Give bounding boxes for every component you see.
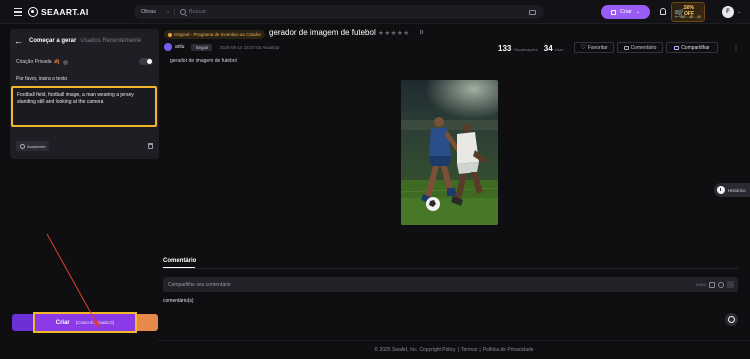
comment-input[interactable]: Compartilhe seu comentário 0/400 — [163, 277, 738, 292]
assistant-label: Assistente — [27, 143, 46, 149]
share-label: Compartilhar — [681, 44, 710, 51]
post-title: gerador de imagem de futebol — [269, 28, 376, 37]
share-button[interactable]: Compartilhar — [666, 42, 718, 53]
search-category-select[interactable]: Obras ⌄ — [134, 9, 174, 15]
notification-icon[interactable] — [660, 8, 666, 15]
generate-cost: (Custo Estimado:5) — [75, 320, 115, 325]
tab-comments[interactable]: Comentário — [163, 258, 196, 264]
search-icon — [180, 9, 186, 15]
author-avatar[interactable] — [164, 43, 172, 51]
logo[interactable]: SEAART.AI — [28, 6, 89, 18]
generate-card: ← Começar a gerar Usados Recentemente Cr… — [10, 29, 159, 159]
original-badge[interactable]: Original - Programa de Incentivo ao Cria… — [164, 30, 266, 39]
views-count: 133 — [498, 44, 512, 53]
badge-icon — [168, 32, 172, 37]
footer-privacy[interactable]: Política de Privacidade — [483, 347, 534, 353]
create-icon — [610, 9, 616, 15]
rating-count: 0 — [420, 30, 424, 36]
heart-icon: ♡ — [580, 45, 586, 51]
promo-countdown: 16 : 48 : 40 — [681, 14, 702, 19]
footer-sep: | — [479, 347, 481, 353]
assistant-icon — [20, 143, 25, 149]
private-creation-label: Criação Privada — [16, 59, 52, 65]
comment-button[interactable]: Comentário — [617, 42, 663, 53]
generate-tabs: ← Começar a gerar Usados Recentemente — [10, 35, 141, 47]
favorite-label: Favoritar — [587, 44, 608, 51]
favorite-button[interactable]: ♡ Favoritar — [574, 42, 614, 53]
support-icon[interactable] — [725, 313, 738, 326]
footer-sep: | — [457, 347, 459, 353]
comment-placeholder: Compartilhe seu comentário — [168, 281, 231, 288]
generate-button[interactable]: Criar (Custo Estimado:5) — [33, 312, 137, 333]
search-input[interactable]: Buscar — [189, 9, 529, 15]
clock-icon — [717, 186, 725, 194]
chevron-down-icon: ⌄ — [635, 9, 641, 15]
chevron-down-icon: ⌄ — [165, 9, 171, 15]
chevron-down-icon[interactable]: ⌄ — [737, 9, 741, 15]
image-icon[interactable] — [709, 281, 715, 288]
history-button[interactable]: Histórico — [714, 183, 750, 197]
post-stats: 133 Visualizações 34 Usar — [498, 44, 567, 53]
menu-icon[interactable] — [14, 8, 22, 16]
comment-count: comentário(s) — [163, 298, 194, 304]
create-button-label: Criar — [619, 9, 632, 15]
logo-text: SEAART.AI — [41, 7, 89, 17]
uses-label: Usar — [554, 47, 564, 52]
prompt-text: Football field, football image, a man we… — [17, 92, 134, 105]
more-options-icon[interactable]: ⋮ — [733, 45, 739, 52]
promo-badge[interactable]: 🛒 50% OFF 16 : 48 : 40 — [671, 2, 705, 22]
assistant-button[interactable]: Assistente — [16, 141, 50, 151]
tab-start-generating[interactable]: Começar a gerar — [29, 38, 76, 44]
prompt-caption: gerador de imagem de futebol — [170, 58, 237, 64]
create-button[interactable]: Criar ⌄ — [601, 5, 650, 19]
top-bar: SEAART.AI Obras ⌄ Buscar Criar ⌄ 🛒 50% O… — [0, 0, 750, 24]
footer: © 2025 SeaArt, Inc. Copyright Policy | T… — [158, 340, 750, 359]
prompt-textarea[interactable]: Football field, football image, a man we… — [11, 86, 157, 127]
generated-image[interactable] — [401, 80, 498, 225]
footer-copyright[interactable]: © 2025 SeaArt, Inc. Copyright Policy — [374, 347, 455, 353]
history-label: Histórico — [728, 187, 746, 193]
uses-count: 34 — [543, 44, 553, 53]
tab-recently-used[interactable]: Usados Recentemente — [80, 38, 141, 44]
prompt-label: Por favor, insira o texto — [16, 76, 68, 82]
footer-terms[interactable]: Termos — [461, 347, 477, 353]
comment-label: Comentário — [630, 44, 657, 51]
generate-button-left[interactable] — [12, 314, 34, 331]
generate-button-label: Criar — [55, 319, 70, 326]
back-arrow-icon[interactable]: ← — [14, 36, 23, 46]
seaart-logo-icon — [28, 7, 38, 17]
image-search-icon[interactable] — [529, 9, 536, 15]
trash-icon[interactable] — [148, 143, 153, 149]
share-icon — [674, 45, 680, 50]
divider — [174, 8, 175, 16]
author-name[interactable]: anlu — [175, 44, 184, 50]
send-icon[interactable] — [727, 281, 734, 288]
follow-button[interactable]: Seguir — [191, 43, 213, 51]
search-category-label: Obras — [141, 9, 156, 15]
football-photo — [401, 80, 498, 225]
char-count: 0/400 — [695, 282, 706, 287]
leaf-icon: 🍂 — [53, 59, 60, 65]
private-toggle[interactable] — [139, 58, 153, 65]
post-detail: Original - Programa de Incentivo ao Cria… — [158, 25, 750, 359]
generate-panel: ← Começar a gerar Usados Recentemente Cr… — [0, 25, 159, 359]
views-label: Visualizações — [513, 47, 538, 52]
private-creation-row: Criação Privada 🍂 — [16, 57, 153, 67]
help-icon[interactable] — [62, 59, 68, 65]
original-badge-label: Original - Programa de Incentivo ao Cria… — [174, 32, 262, 37]
post-date: 2025-08-14 15:57:03 Atualizar — [219, 44, 280, 50]
generate-button-right[interactable] — [137, 314, 158, 331]
author-row: anlu Seguir 2025-08-14 15:57:03 Atualiza… — [164, 42, 280, 52]
search-bar[interactable]: Obras ⌄ Buscar — [134, 5, 544, 19]
divider — [163, 268, 738, 269]
comment-icon — [623, 45, 629, 50]
user-avatar[interactable]: F — [722, 6, 734, 18]
emoji-icon[interactable] — [718, 281, 724, 288]
rating-stars[interactable]: ★★★★★ — [378, 29, 410, 37]
